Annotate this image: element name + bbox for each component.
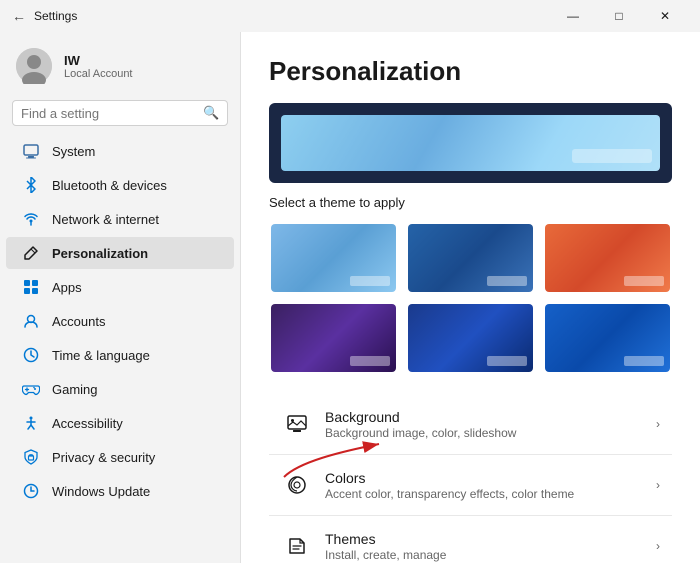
sidebar-label-network: Network & internet [52,212,159,227]
themes-chevron: › [656,539,660,553]
taskbar-2 [487,276,527,286]
sidebar-item-network[interactable]: Network & internet [6,203,234,235]
colors-subtitle: Accent color, transparency effects, colo… [325,487,656,501]
taskbar-preview-main [572,149,652,163]
user-name: IW [64,53,133,68]
theme-thumb-3[interactable] [543,222,672,294]
avatar [16,48,52,84]
sidebar-label-apps: Apps [52,280,82,295]
maximize-button[interactable]: □ [596,0,642,32]
themes-subtitle: Install, create, manage [325,548,656,562]
theme-thumb-2[interactable] [406,222,535,294]
system-icon [22,142,40,160]
accounts-icon [22,312,40,330]
user-section: IW Local Account [0,32,240,92]
settings-item-colors[interactable]: Colors Accent color, transparency effect… [269,455,672,516]
settings-item-background-text: Background Background image, color, slid… [325,409,656,440]
update-icon [22,482,40,500]
apps-icon [22,278,40,296]
sidebar-label-personalization: Personalization [52,246,148,261]
sidebar-item-accounts[interactable]: Accounts [6,305,234,337]
back-button[interactable]: ← [12,8,26,24]
title-bar-controls: — □ ✕ [550,0,688,32]
colors-icon [281,469,313,501]
themes-title: Themes [325,531,656,547]
sidebar-item-privacy[interactable]: Privacy & security [6,441,234,473]
background-subtitle: Background image, color, slideshow [325,426,656,440]
settings-item-background[interactable]: Background Background image, color, slid… [269,394,672,455]
sidebar-label-privacy: Privacy & security [52,450,155,465]
close-button[interactable]: ✕ [642,0,688,32]
theme-preview [269,103,672,183]
settings-item-colors-text: Colors Accent color, transparency effect… [325,470,656,501]
search-box[interactable]: 🔍 [12,100,228,126]
sidebar-item-accessibility[interactable]: Accessibility [6,407,234,439]
content-area: Personalization Select a theme to apply [240,32,700,563]
time-icon [22,346,40,364]
sidebar: IW Local Account 🔍 System [0,32,240,563]
sidebar-label-accessibility: Accessibility [52,416,123,431]
background-icon [281,408,313,440]
gaming-icon [22,380,40,398]
background-title: Background [325,409,656,425]
bluetooth-icon [22,176,40,194]
colors-chevron: › [656,478,660,492]
themes-icon [281,530,313,562]
theme-thumb-4[interactable] [269,302,398,374]
sidebar-item-bluetooth[interactable]: Bluetooth & devices [6,169,234,201]
theme-section-label: Select a theme to apply [269,195,672,210]
theme-thumb-1[interactable] [269,222,398,294]
title-bar: ← Settings — □ ✕ [0,0,700,32]
sidebar-label-system: System [52,144,95,159]
taskbar-1 [350,276,390,286]
theme-thumb-6[interactable] [543,302,672,374]
theme-grid [269,222,672,374]
settings-item-themes-text: Themes Install, create, manage [325,531,656,562]
background-chevron: › [656,417,660,431]
title-bar-title: Settings [34,9,77,23]
title-bar-left: ← Settings [12,8,77,24]
privacy-icon [22,448,40,466]
search-input[interactable] [21,106,197,121]
sidebar-label-bluetooth: Bluetooth & devices [52,178,167,193]
search-icon: 🔍 [203,105,219,121]
colors-title: Colors [325,470,656,486]
taskbar-3 [624,276,664,286]
user-info: IW Local Account [64,53,133,80]
app-body: IW Local Account 🔍 System [0,32,700,563]
sidebar-label-gaming: Gaming [52,382,98,397]
sidebar-item-time[interactable]: Time & language [6,339,234,371]
sidebar-item-update[interactable]: Windows Update [6,475,234,507]
sidebar-item-gaming[interactable]: Gaming [6,373,234,405]
taskbar-5 [487,356,527,366]
settings-item-themes[interactable]: Themes Install, create, manage › [269,516,672,563]
brush-icon [22,244,40,262]
sidebar-label-update: Windows Update [52,484,150,499]
sidebar-label-accounts: Accounts [52,314,105,329]
sidebar-item-personalization[interactable]: Personalization [6,237,234,269]
theme-thumb-5[interactable] [406,302,535,374]
user-role: Local Account [64,68,133,80]
network-icon [22,210,40,228]
sidebar-item-apps[interactable]: Apps [6,271,234,303]
settings-list: Background Background image, color, slid… [269,394,672,563]
page-title: Personalization [269,56,672,87]
sidebar-label-time: Time & language [52,348,150,363]
taskbar-4 [350,356,390,366]
accessibility-icon [22,414,40,432]
taskbar-6 [624,356,664,366]
sidebar-item-system[interactable]: System [6,135,234,167]
minimize-button[interactable]: — [550,0,596,32]
